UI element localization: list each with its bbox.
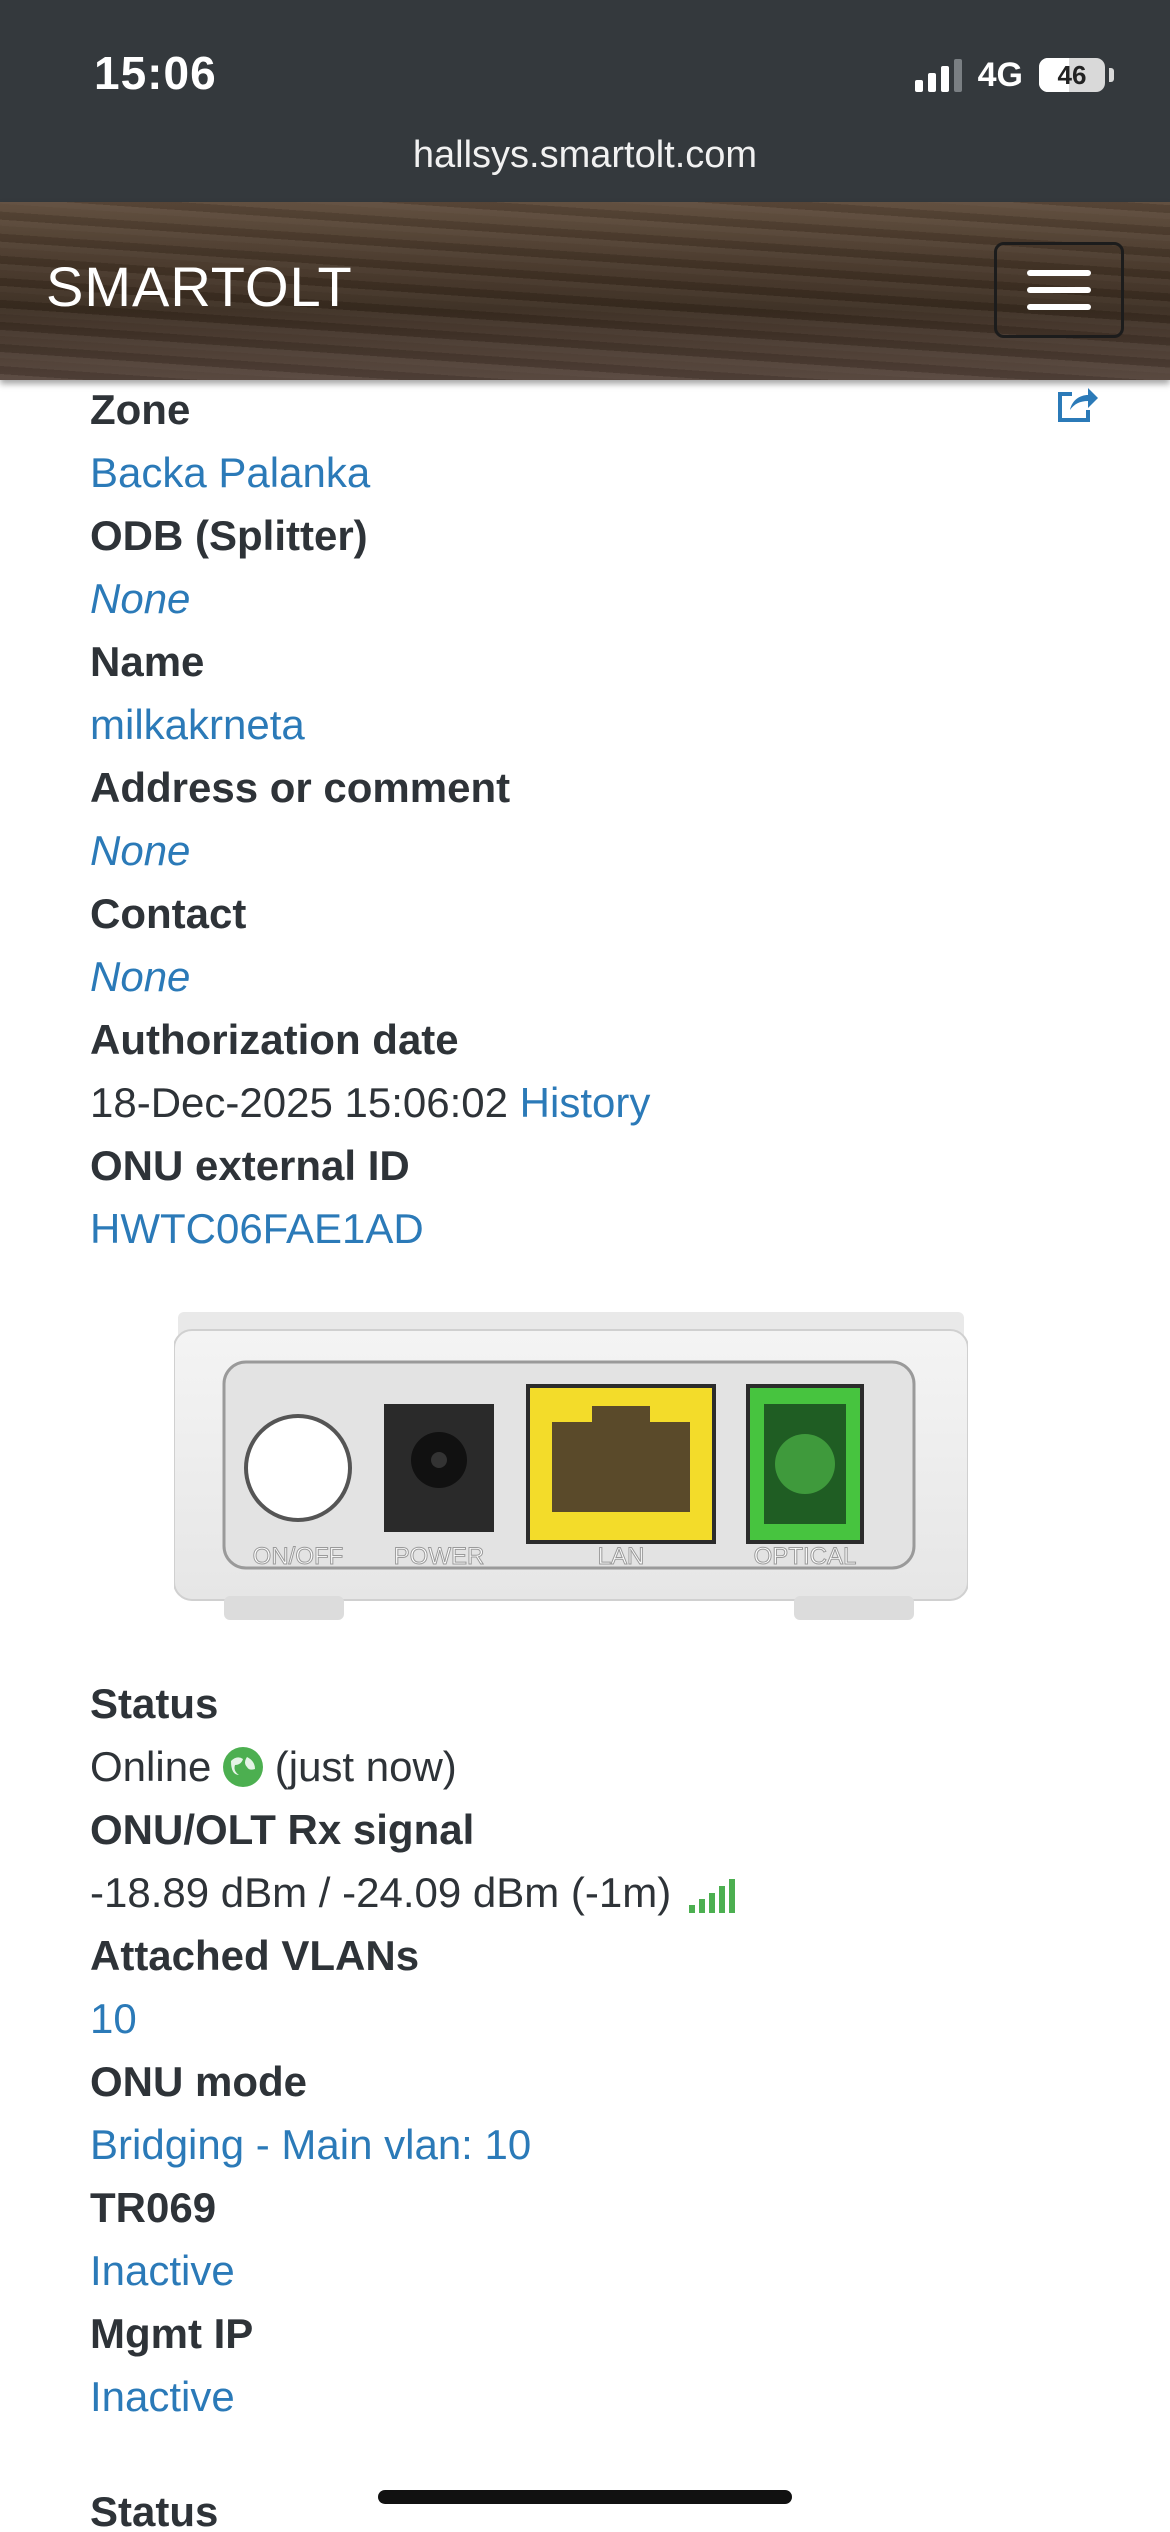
hamburger-menu-button[interactable]: [994, 242, 1124, 338]
name-label: Name: [90, 638, 205, 685]
cellular-signal-icon: [914, 58, 962, 92]
port-label-onoff: ON/OFF: [253, 1543, 344, 1570]
onu-status-info: Status Online (just now) ONU/OLT Rx sign…: [90, 1672, 1090, 2428]
status-time: (just now): [274, 1743, 457, 1790]
rx-signal-row: -18.89 dBm / -24.09 dBm (-1m): [90, 1861, 1090, 1924]
status-label: Status: [90, 1680, 219, 1727]
onu-mode-label: ONU mode: [90, 2058, 308, 2105]
port-label-lan: LAN: [598, 1543, 645, 1570]
status-value: Online: [90, 1743, 212, 1790]
mgmt-ip-value[interactable]: Inactive: [90, 2365, 1090, 2428]
battery-icon: 46: [1039, 58, 1105, 92]
zone-label: Zone: [90, 386, 191, 433]
address-label: Address or comment: [90, 764, 511, 811]
history-link[interactable]: History: [520, 1079, 651, 1126]
port-label-optical: OPTICAL: [754, 1543, 857, 1570]
authorization-date-value: 18-Dec-2025 15:06:02: [90, 1079, 508, 1126]
onu-details: Zone Backa Palanka ODB (Splitter) None N…: [90, 378, 1098, 1260]
odb-value[interactable]: None: [90, 567, 1090, 630]
onu-device-image: ON/OFF POWER LAN OPTICAL: [174, 1312, 968, 1620]
rx-signal-value: -18.89 dBm / -24.09 dBm (-1m): [90, 1869, 672, 1916]
menu-icon-line: [1027, 287, 1091, 293]
menu-icon-line: [1027, 270, 1091, 276]
port-label-power: POWER: [394, 1543, 485, 1570]
next-section-heading: Status: [90, 2488, 219, 2532]
rx-signal-label: ONU/OLT Rx signal: [90, 1806, 475, 1853]
vlans-label: Attached VLANs: [90, 1932, 420, 1979]
browser-chrome: 15:06 4G 46 hallsys.smartolt.com: [0, 0, 1170, 202]
page: 15:06 4G 46 hallsys.smartolt.com SMARTOL…: [0, 0, 1170, 2532]
external-id-label: ONU external ID: [90, 1142, 410, 1189]
mgmt-ip-label: Mgmt IP: [90, 2310, 254, 2357]
home-indicator[interactable]: [378, 2490, 792, 2504]
status-row: Online (just now): [90, 1735, 1090, 1798]
signal-strength-icon: [688, 1877, 735, 1913]
system-indicators: 4G 46: [914, 50, 1114, 100]
menu-icon-line: [1027, 304, 1091, 310]
contact-label: Contact: [90, 890, 247, 937]
external-id-value[interactable]: HWTC06FAE1AD: [90, 1197, 1090, 1260]
address-value[interactable]: None: [90, 819, 1090, 882]
onu-mode-value[interactable]: Bridging - Main vlan: 10: [90, 2113, 1090, 2176]
odb-label: ODB (Splitter): [90, 512, 368, 559]
network-type: 4G: [977, 55, 1023, 94]
name-value[interactable]: milkakrneta: [90, 693, 1090, 756]
battery-percent: 46: [1057, 59, 1087, 90]
url-bar[interactable]: hallsys.smartolt.com: [0, 134, 1170, 177]
edit-share-icon[interactable]: [1052, 378, 1100, 426]
brand-logo[interactable]: SMARTOLT: [46, 254, 353, 319]
contact-value[interactable]: None: [90, 945, 1090, 1008]
vlans-value[interactable]: 10: [90, 1987, 1090, 2050]
globe-online-icon: [223, 1747, 264, 1787]
navbar: SMARTOLT: [0, 202, 1170, 380]
authorization-date-row: 18-Dec-2025 15:06:02 History: [90, 1071, 1090, 1134]
tr069-value[interactable]: Inactive: [90, 2239, 1090, 2302]
zone-value[interactable]: Backa Palanka: [90, 441, 1090, 504]
authorization-date-label: Authorization date: [90, 1016, 459, 1063]
status-time: 15:06: [94, 47, 217, 99]
tr069-label: TR069: [90, 2184, 217, 2231]
